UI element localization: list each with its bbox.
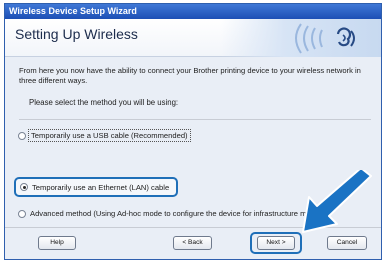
option-ethernet-cable[interactable]: Temporarily use an Ethernet (LAN) cable xyxy=(14,177,179,197)
window-titlebar: Wireless Device Setup Wizard xyxy=(5,4,381,19)
help-button[interactable]: Help xyxy=(38,236,76,250)
intro-text: From here you now have the ability to co… xyxy=(19,66,361,85)
radio-advanced-adhoc[interactable] xyxy=(18,209,26,218)
back-button[interactable]: < Back xyxy=(173,236,212,250)
next-button[interactable]: Next > xyxy=(257,236,295,250)
option-ethernet-label[interactable]: Temporarily use an Ethernet (LAN) cable xyxy=(30,182,171,193)
radio-ethernet-cable[interactable] xyxy=(20,183,28,191)
pointer-arrow-icon xyxy=(302,170,372,233)
window-title: Wireless Device Setup Wizard xyxy=(9,6,137,16)
wireless-arcs-icon xyxy=(295,23,355,54)
wizard-header: Setting Up Wireless xyxy=(5,19,381,57)
option-advanced-label[interactable]: Advanced method (Using Ad-hoc mode to co… xyxy=(28,208,324,219)
option-usb-cable[interactable]: Temporarily use a USB cable (Recommended… xyxy=(18,128,191,143)
method-prompt: Please select the method you will be usi… xyxy=(29,98,179,107)
page-title: Setting Up Wireless xyxy=(15,26,138,42)
wizard-window: Wireless Device Setup Wizard Setting Up … xyxy=(4,3,382,260)
option-usb-label[interactable]: Temporarily use a USB cable (Recommended… xyxy=(28,129,191,142)
radio-usb-cable[interactable] xyxy=(18,131,26,140)
option-advanced-adhoc[interactable]: Advanced method (Using Ad-hoc mode to co… xyxy=(18,206,324,221)
divider xyxy=(19,119,371,120)
